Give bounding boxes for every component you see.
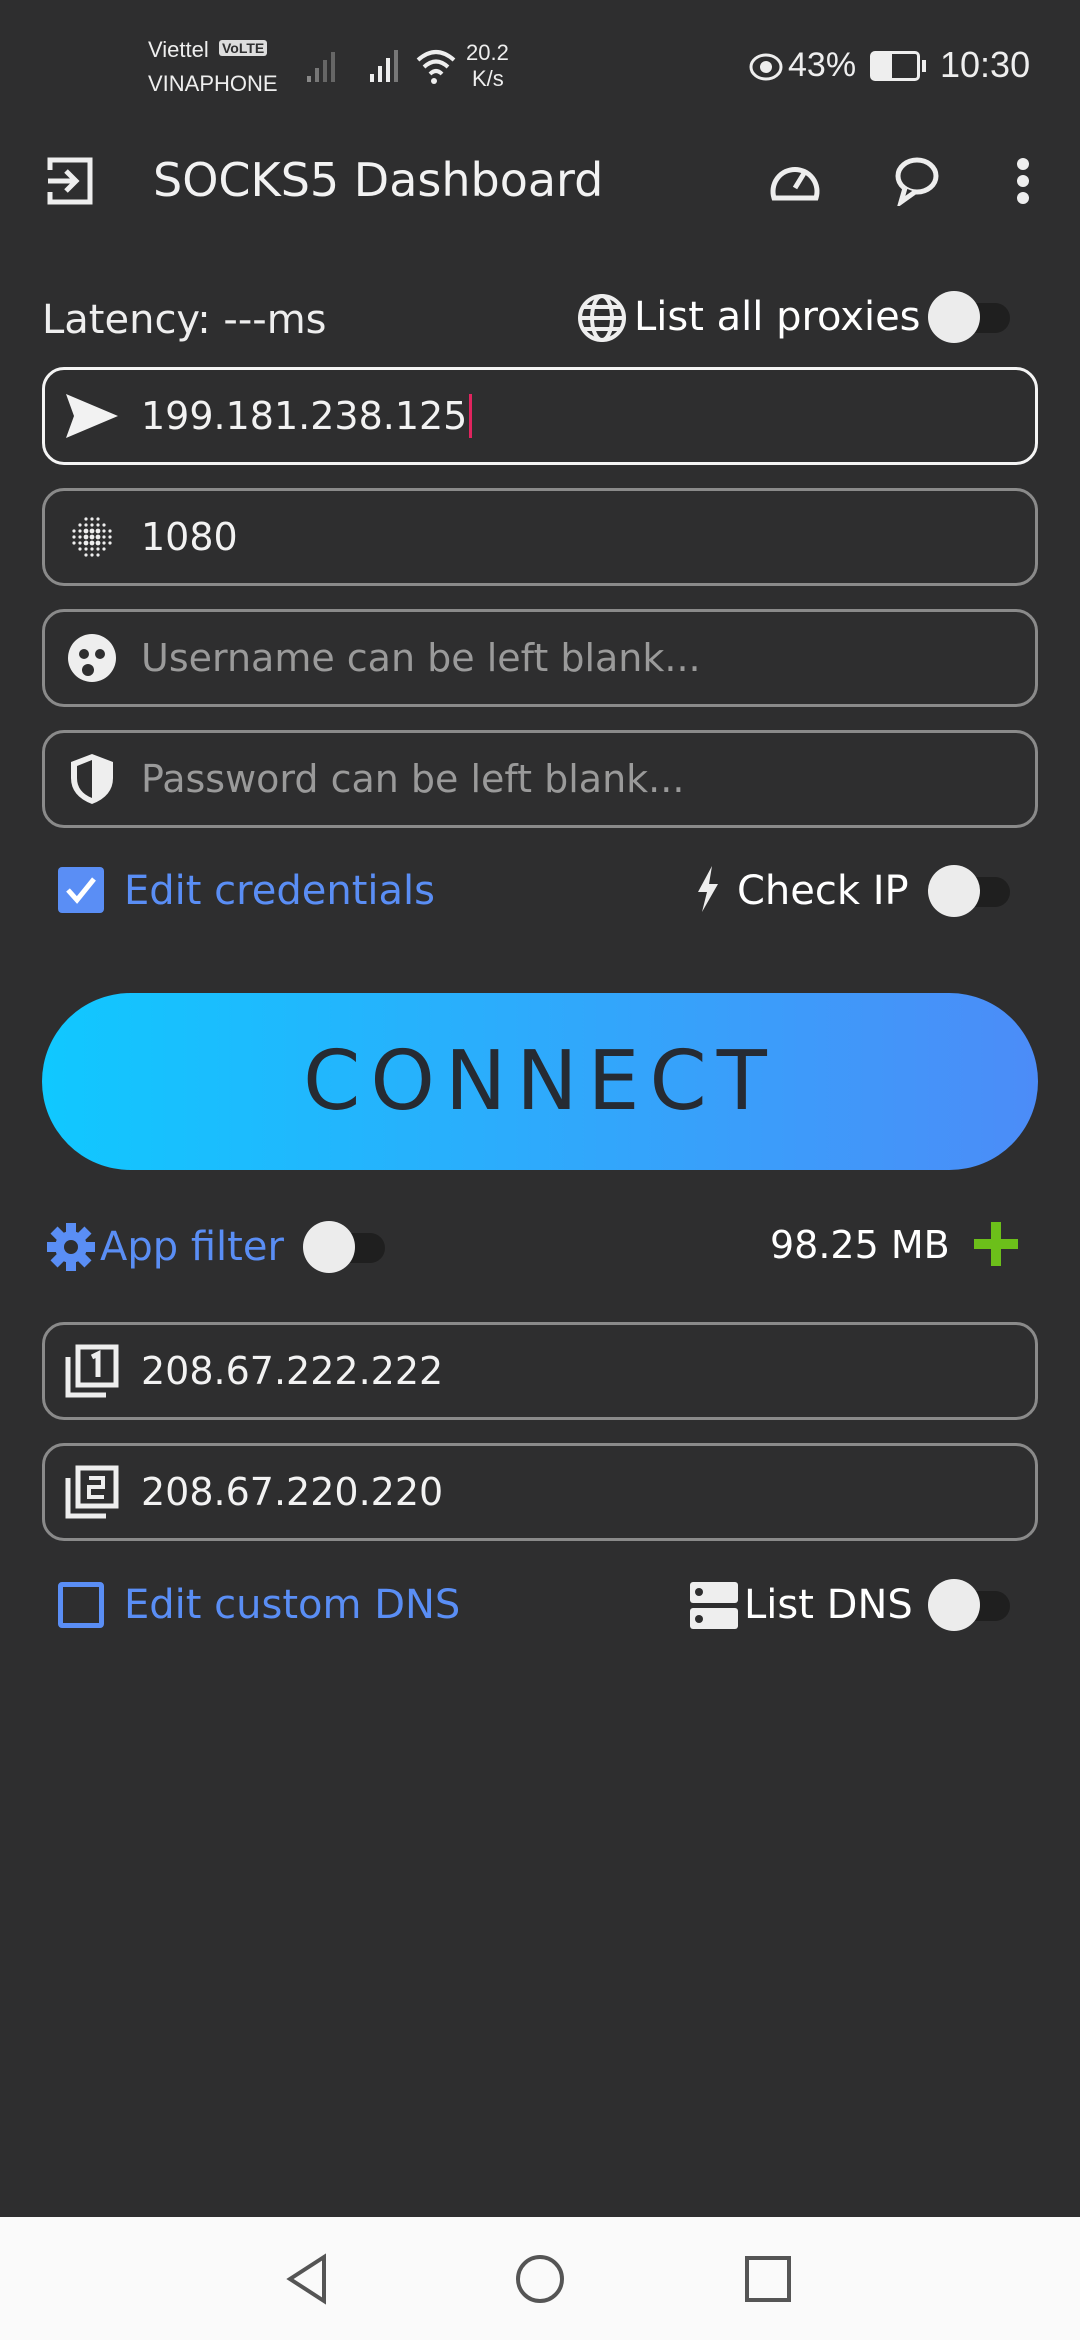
- dns-primary-input[interactable]: 208.67.222.222: [141, 1349, 443, 1393]
- nav-recents-icon[interactable]: [744, 2255, 792, 2303]
- send-icon: [63, 387, 121, 445]
- edit-custom-dns-checkbox[interactable]: [58, 1582, 104, 1628]
- dns-secondary-field[interactable]: 208.67.220.220: [42, 1443, 1038, 1541]
- server-field[interactable]: 199.181.238.125: [42, 367, 1038, 465]
- globe-icon: [578, 294, 626, 342]
- gear-icon: [47, 1223, 95, 1271]
- battery-percent: 43%: [788, 46, 857, 84]
- signal-icon-2: [370, 50, 398, 82]
- eye-icon: [749, 53, 783, 81]
- dots-grid-icon: [63, 508, 121, 566]
- connect-button[interactable]: CONNECT: [42, 993, 1038, 1170]
- clock: 10:30: [940, 44, 1031, 85]
- speedometer-icon[interactable]: [768, 156, 822, 202]
- password-input[interactable]: Password can be left blank...: [141, 757, 684, 801]
- password-field[interactable]: Password can be left blank...: [42, 730, 1038, 828]
- nav-back-icon[interactable]: [284, 2253, 332, 2305]
- lightning-icon: [698, 866, 718, 912]
- chat-icon[interactable]: [893, 156, 941, 206]
- list-dns-label: List DNS: [744, 1582, 913, 1628]
- latency-label: Latency: ---ms: [42, 297, 327, 343]
- net-speed-unit: K/s: [472, 66, 504, 91]
- text-caret: [469, 394, 473, 438]
- edit-custom-dns-label[interactable]: Edit custom DNS: [124, 1580, 460, 1630]
- connect-label: CONNECT: [303, 1034, 777, 1129]
- check-ip-toggle[interactable]: [928, 865, 1012, 917]
- list-dns-toggle[interactable]: [928, 1579, 1012, 1631]
- port-field[interactable]: 1080: [42, 488, 1038, 586]
- app-filter-label[interactable]: App filter: [100, 1222, 284, 1272]
- more-vert-icon[interactable]: [1014, 156, 1032, 206]
- status-bar: Viettel VoLTE VINAPHONE 20.2 K/s 43% 10:…: [0, 0, 1080, 130]
- volte-badge: VoLTE: [219, 40, 268, 56]
- username-field[interactable]: Username can be left blank...: [42, 609, 1038, 707]
- battery-tip: [922, 60, 926, 72]
- add-data-icon[interactable]: [972, 1220, 1020, 1268]
- username-input[interactable]: Username can be left blank...: [141, 636, 701, 680]
- signal-icon-1: [307, 52, 335, 82]
- dns-primary-field[interactable]: 208.67.222.222: [42, 1322, 1038, 1420]
- check-ip-label: Check IP: [737, 868, 909, 914]
- edit-credentials-label[interactable]: Edit credentials: [124, 866, 435, 916]
- filter-2-icon: [63, 1463, 121, 1521]
- nav-home-icon[interactable]: [514, 2253, 566, 2305]
- battery-icon: [870, 51, 920, 81]
- edit-credentials-checkbox[interactable]: [58, 867, 104, 913]
- carrier-1: Viettel: [148, 37, 209, 62]
- dns-list-icon: [690, 1582, 738, 1629]
- net-speed-value: 20.2: [466, 40, 509, 65]
- user-face-icon: [63, 629, 121, 687]
- wifi-icon: [416, 50, 456, 84]
- server-input[interactable]: 199.181.238.125: [141, 394, 467, 438]
- filter-1-icon: [63, 1342, 121, 1400]
- exit-icon[interactable]: [46, 156, 94, 206]
- port-input[interactable]: 1080: [141, 515, 238, 559]
- list-proxies-toggle[interactable]: [928, 291, 1012, 343]
- system-nav-bar: [0, 2217, 1080, 2340]
- app-title: SOCKS5 Dashboard: [153, 153, 604, 207]
- data-usage: 98.25 MB: [770, 1223, 950, 1267]
- list-proxies-label: List all proxies: [634, 294, 921, 340]
- carrier-2: VINAPHONE: [148, 71, 278, 96]
- dns-secondary-input[interactable]: 208.67.220.220: [141, 1470, 443, 1514]
- app-filter-toggle[interactable]: [303, 1221, 387, 1273]
- shield-icon: [63, 750, 121, 808]
